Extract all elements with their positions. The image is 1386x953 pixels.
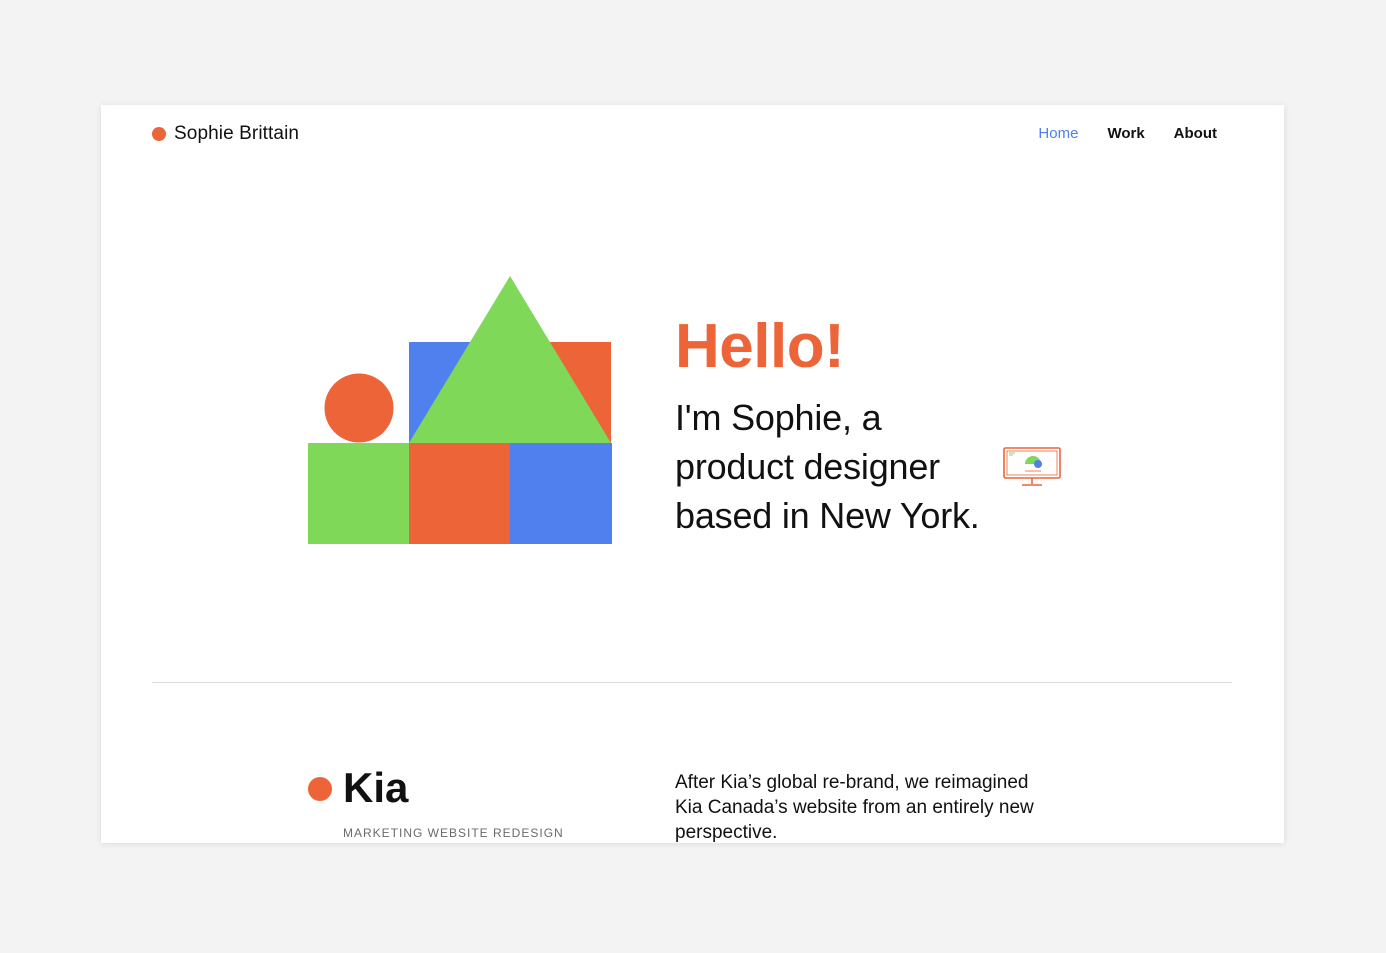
orange-dot-icon [152,127,166,141]
project-title[interactable]: Kia [343,761,408,815]
intro-line: product designer [675,446,940,487]
project-subtitle: MARKETING WEBSITE REDESIGN [343,826,564,840]
blue-block-shape [510,443,612,544]
intro-line: I'm Sophie, a [675,397,882,438]
nav-about-link[interactable]: About [1174,125,1217,142]
geometric-shapes-illustration [308,276,612,544]
brand-logo[interactable]: Sophie Brittain [152,123,299,145]
section-divider [152,682,1232,683]
nav-work-link[interactable]: Work [1107,125,1144,142]
browser-viewport: Sophie Brittain Home Work About Hello! I… [101,105,1284,843]
hero-intro: I'm Sophie, a product designer based in … [675,393,980,540]
orange-circle-shape [324,373,394,443]
nav-home-link[interactable]: Home [1038,125,1078,142]
main-nav: Home Work About [1038,125,1217,142]
monitor-chart-icon [1003,447,1061,486]
green-block-shape [308,443,409,544]
project-description: After Kia’s global re-brand, we reimagin… [675,772,1034,843]
intro-line: based in New York. [675,495,980,536]
brand-name: Sophie Brittain [174,123,300,144]
hero-greeting: Hello! [675,312,845,381]
orange-block-shape [409,443,510,544]
orange-dot-icon [308,777,332,801]
